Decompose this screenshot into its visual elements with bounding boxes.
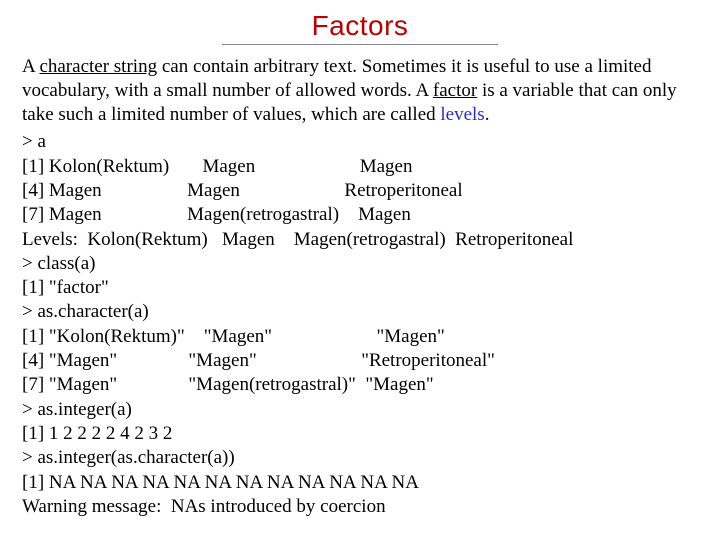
term-character-string: character string xyxy=(39,56,157,77)
para-seg7: . xyxy=(485,104,490,125)
code-line: [4] "Magen" "Magen" "Retroperitoneal" xyxy=(22,349,698,373)
term-factor: factor xyxy=(433,80,477,101)
code-line: > class(a) xyxy=(22,252,698,276)
term-levels: levels xyxy=(440,104,484,125)
code-line: [1] "Kolon(Rektum)" "Magen" "Magen" xyxy=(22,325,698,349)
intro-paragraph: A character string can contain arbitrary… xyxy=(22,55,698,126)
para-seg1: A xyxy=(22,56,39,77)
code-line: [1] 1 2 2 2 2 4 2 3 2 xyxy=(22,422,698,446)
code-line: [1] Kolon(Rektum) Magen Magen xyxy=(22,155,698,179)
slide: Factors A character string can contain a… xyxy=(0,0,720,541)
code-line: [1] NA NA NA NA NA NA NA NA NA NA NA NA xyxy=(22,471,698,495)
code-line: [7] Magen Magen(retrogastral) Magen xyxy=(22,203,698,227)
code-line: Levels: Kolon(Rektum) Magen Magen(retrog… xyxy=(22,228,698,252)
slide-title: Factors xyxy=(222,8,499,45)
code-line: > as.integer(as.character(a)) xyxy=(22,446,698,470)
slide-body: A character string can contain arbitrary… xyxy=(22,55,698,519)
code-line: > as.integer(a) xyxy=(22,398,698,422)
code-line: Warning message: NAs introduced by coerc… xyxy=(22,495,698,519)
title-wrap: Factors xyxy=(22,8,698,45)
code-block: > a[1] Kolon(Rektum) Magen Magen[4] Mage… xyxy=(22,130,698,519)
code-line: [1] "factor" xyxy=(22,276,698,300)
code-line: > a xyxy=(22,130,698,154)
code-line: [4] Magen Magen Retroperitoneal xyxy=(22,179,698,203)
code-line: [7] "Magen" "Magen(retrogastral)" "Magen… xyxy=(22,373,698,397)
code-line: > as.character(a) xyxy=(22,300,698,324)
